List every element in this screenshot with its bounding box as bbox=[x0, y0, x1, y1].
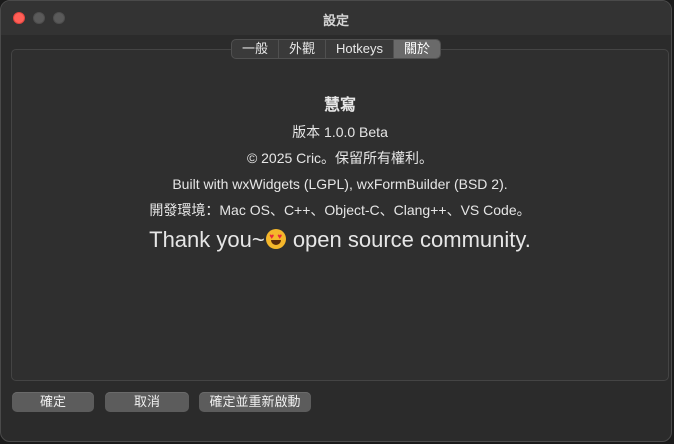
version-text: 版本 1.0.0 Beta bbox=[292, 124, 388, 140]
tab-appearance[interactable]: 外觀 bbox=[279, 40, 327, 58]
thanks-prefix: Thank you~ bbox=[149, 227, 265, 252]
tab-general[interactable]: 一般 bbox=[232, 40, 280, 58]
heart-eyes-emoji-icon: ♥ ♥ bbox=[265, 229, 286, 249]
copyright-text: © 2025 Cric。保留所有權利。 bbox=[246, 150, 434, 166]
ok-and-restart-button[interactable]: 確定並重新啟動 bbox=[199, 392, 311, 412]
ok-button[interactable]: 確定 bbox=[12, 392, 94, 412]
window-title: 設定 bbox=[322, 13, 349, 28]
thanks-suffix: open source community. bbox=[286, 227, 531, 252]
tab-about[interactable]: 關於 bbox=[394, 40, 441, 58]
cancel-button[interactable]: 取消 bbox=[105, 392, 189, 412]
title-bar[interactable]: 設定 bbox=[1, 1, 671, 35]
tab-hotkeys[interactable]: Hotkeys bbox=[326, 40, 394, 58]
app-name: 慧寫 bbox=[323, 97, 356, 114]
built-with-text: Built with wxWidgets (LGPL), wxFormBuild… bbox=[172, 176, 508, 192]
thanks-text: Thank you~ ♥ ♥ open source community. bbox=[11, 223, 669, 257]
tab-bar: 一般 外觀 Hotkeys 關於 bbox=[231, 39, 442, 59]
about-section: 慧寫 版本 1.0.0 Beta © 2025 Cric。保留所有權利。 Bui… bbox=[11, 93, 669, 257]
settings-window: 設定 一般 外觀 Hotkeys 關於 慧寫 版本 1.0.0 Beta © 2… bbox=[0, 0, 672, 442]
dev-environment-text: 開發環境：Mac OS、C++、Object-C、Clang++、VS Code… bbox=[149, 202, 531, 218]
